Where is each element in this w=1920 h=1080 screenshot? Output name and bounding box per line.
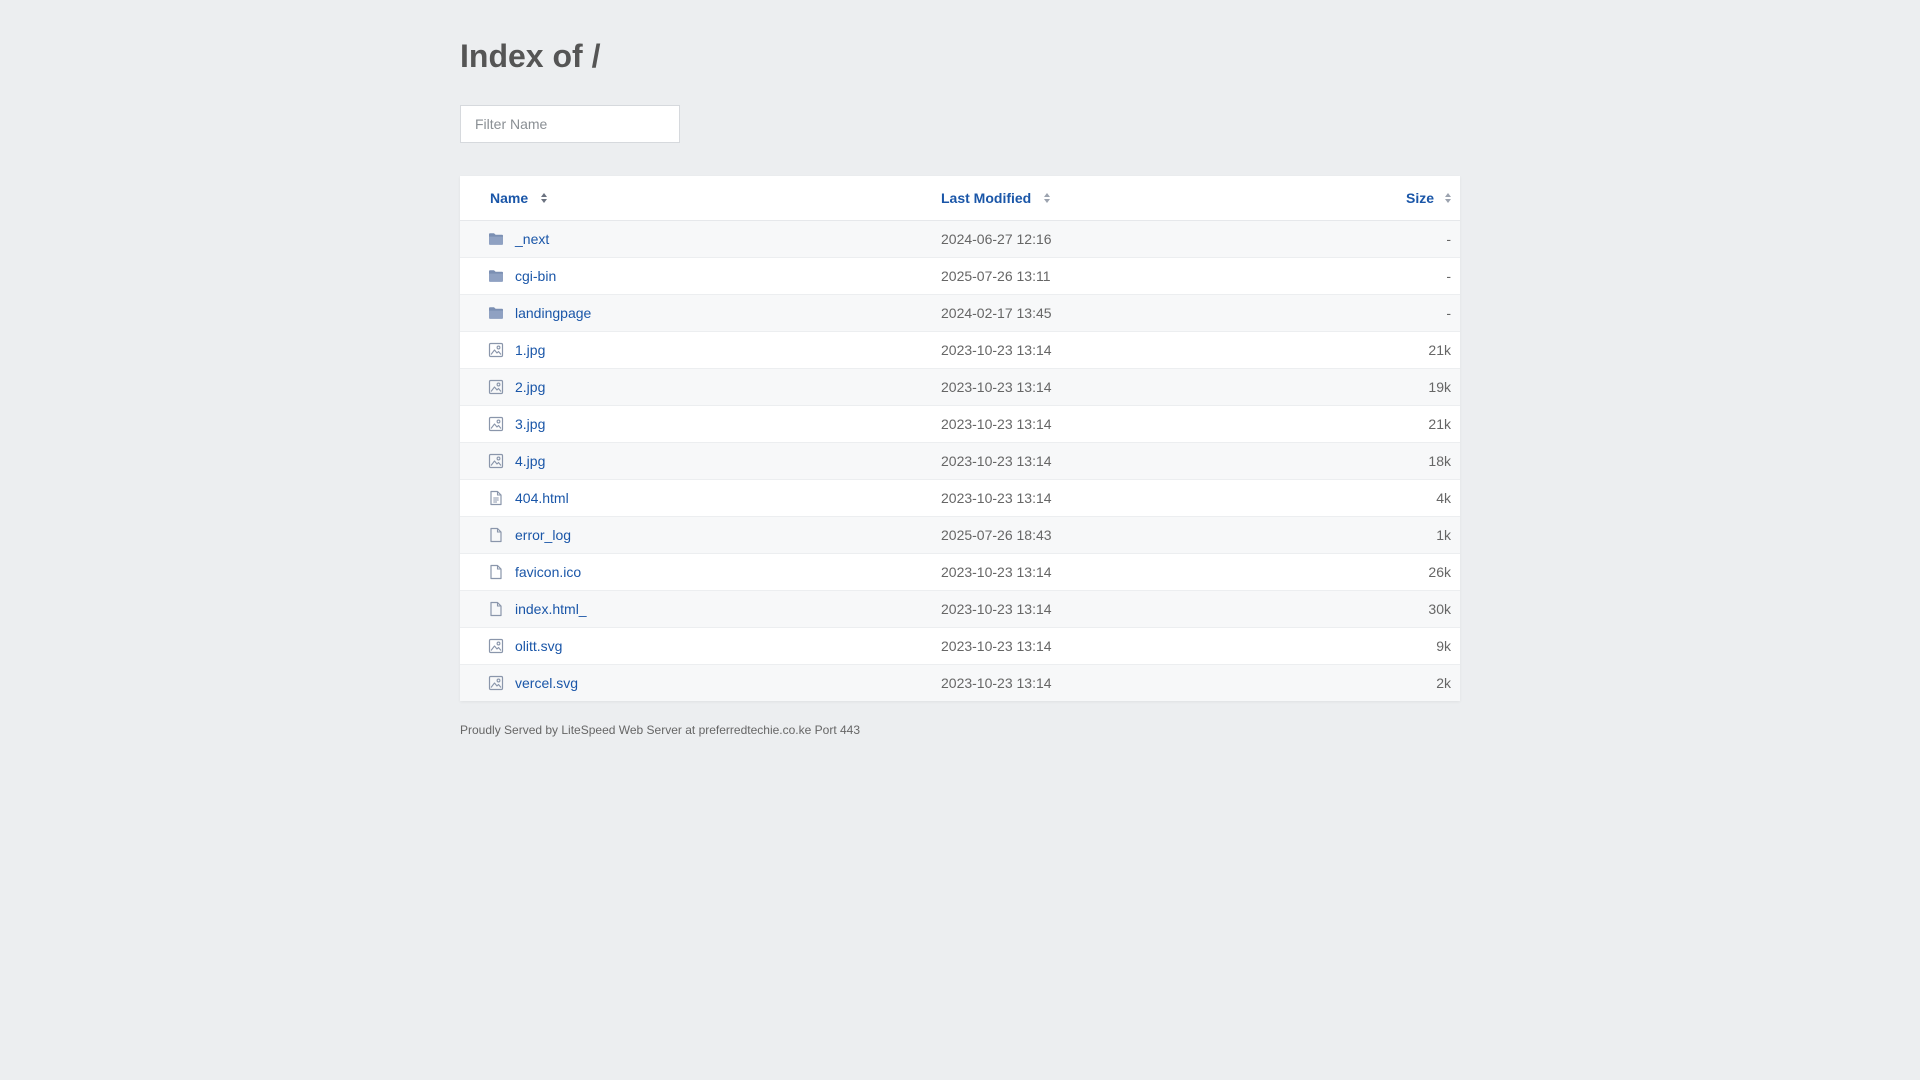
file-name-link[interactable]: 4.jpg xyxy=(515,443,545,479)
sort-by-name-button[interactable]: Name xyxy=(490,176,548,220)
image-icon xyxy=(488,342,504,358)
table-row: _next 2024-06-27 12:16 - xyxy=(460,221,1460,258)
table-row: 404.html 2023-10-23 13:14 4k xyxy=(460,480,1460,517)
file-name-link[interactable]: 404.html xyxy=(515,480,569,516)
last-modified: 2025-07-26 18:43 xyxy=(941,527,1052,543)
table-row: landingpage 2024-02-17 13:45 - xyxy=(460,295,1460,332)
image-icon xyxy=(488,416,504,432)
table-row: cgi-bin 2025-07-26 13:11 - xyxy=(460,258,1460,295)
file-size: 18k xyxy=(1428,453,1451,469)
file-size: 26k xyxy=(1428,564,1451,580)
file-size: - xyxy=(1446,268,1451,284)
file-name-link[interactable]: _next xyxy=(515,221,549,257)
server-footer: Proudly Served by LiteSpeed Web Server a… xyxy=(460,723,861,737)
table-row: vercel.svg 2023-10-23 13:14 2k xyxy=(460,665,1460,701)
column-header-modified: Last Modified xyxy=(941,190,1032,206)
last-modified: 2023-10-23 13:14 xyxy=(941,638,1052,654)
text-file-icon xyxy=(488,490,504,506)
file-name-link[interactable]: 1.jpg xyxy=(515,332,545,368)
file-size: 30k xyxy=(1428,601,1451,617)
last-modified: 2023-10-23 13:14 xyxy=(941,564,1052,580)
file-icon xyxy=(488,527,504,543)
file-name-link[interactable]: 2.jpg xyxy=(515,369,545,405)
last-modified: 2023-10-23 13:14 xyxy=(941,342,1052,358)
last-modified: 2023-10-23 13:14 xyxy=(941,675,1052,691)
file-size: 19k xyxy=(1428,379,1451,395)
table-body: _next 2024-06-27 12:16 - cgi-bin 2025-07-26 … xyxy=(460,221,1460,701)
filter-name-input[interactable] xyxy=(460,105,680,143)
file-size: 21k xyxy=(1428,342,1451,358)
file-table: Name Last Modified Size _next 2024-06-27 … xyxy=(460,176,1460,701)
folder-icon xyxy=(488,305,504,321)
file-size: 21k xyxy=(1428,416,1451,432)
folder-icon xyxy=(488,231,504,247)
file-name-link[interactable]: index.html_ xyxy=(515,591,587,627)
last-modified: 2023-10-23 13:14 xyxy=(941,490,1052,506)
sort-icon xyxy=(541,193,548,204)
file-name-link[interactable]: vercel.svg xyxy=(515,665,578,701)
last-modified: 2023-10-23 13:14 xyxy=(941,601,1052,617)
image-icon xyxy=(488,675,504,691)
table-row: 3.jpg 2023-10-23 13:14 21k xyxy=(460,406,1460,443)
table-row: 1.jpg 2023-10-23 13:14 21k xyxy=(460,332,1460,369)
image-icon xyxy=(488,453,504,469)
column-header-name: Name xyxy=(490,190,529,206)
sort-icon xyxy=(1445,193,1451,204)
image-icon xyxy=(488,379,504,395)
file-size: - xyxy=(1446,231,1451,247)
table-row: error_log 2025-07-26 18:43 1k xyxy=(460,517,1460,554)
sort-by-size-button[interactable]: Size xyxy=(1406,176,1452,220)
page-title: Index of / xyxy=(460,38,601,74)
file-icon xyxy=(488,601,504,617)
file-size: 9k xyxy=(1436,638,1451,654)
table-row: 2.jpg 2023-10-23 13:14 19k xyxy=(460,369,1460,406)
file-size: 4k xyxy=(1436,490,1451,506)
table-row: index.html_ 2023-10-23 13:14 30k xyxy=(460,591,1460,628)
file-size: 1k xyxy=(1436,527,1451,543)
table-header: Name Last Modified Size xyxy=(460,176,1460,221)
file-size: 2k xyxy=(1436,675,1451,691)
file-name-link[interactable]: olitt.svg xyxy=(515,628,562,664)
table-row: olitt.svg 2023-10-23 13:14 9k xyxy=(460,628,1460,665)
last-modified: 2023-10-23 13:14 xyxy=(941,379,1052,395)
file-name-link[interactable]: landingpage xyxy=(515,295,591,331)
table-row: favicon.ico 2023-10-23 13:14 26k xyxy=(460,554,1460,591)
column-header-size: Size xyxy=(1405,190,1434,206)
image-icon xyxy=(488,638,504,654)
file-name-link[interactable]: error_log xyxy=(515,517,571,553)
file-name-link[interactable]: cgi-bin xyxy=(515,258,556,294)
last-modified: 2023-10-23 13:14 xyxy=(941,416,1052,432)
sort-by-modified-button[interactable]: Last Modified xyxy=(941,176,1051,220)
folder-icon xyxy=(488,268,504,284)
file-icon xyxy=(488,564,504,580)
last-modified: 2024-06-27 12:16 xyxy=(941,231,1052,247)
file-size: - xyxy=(1446,305,1451,321)
last-modified: 2025-07-26 13:11 xyxy=(941,268,1051,284)
table-row: 4.jpg 2023-10-23 13:14 18k xyxy=(460,443,1460,480)
file-name-link[interactable]: favicon.ico xyxy=(515,554,581,590)
file-name-link[interactable]: 3.jpg xyxy=(515,406,545,442)
sort-icon xyxy=(1044,193,1051,204)
last-modified: 2024-02-17 13:45 xyxy=(941,305,1052,321)
last-modified: 2023-10-23 13:14 xyxy=(941,453,1052,469)
